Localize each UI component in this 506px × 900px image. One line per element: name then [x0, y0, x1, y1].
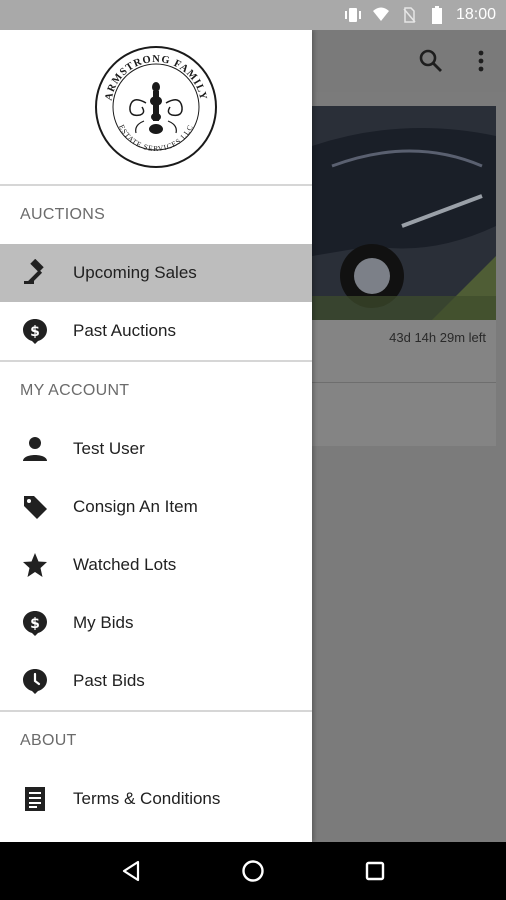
drawer-item-my-bids[interactable]: $ My Bids	[0, 594, 312, 652]
sale-photo	[312, 106, 496, 320]
dollar-pin-icon: $	[20, 608, 50, 638]
drawer-item-label: My Bids	[73, 613, 134, 632]
drawer-header: ARMSTRONG FAMILY ESTATE SERVICES LLC	[0, 30, 312, 186]
section-title-auctions: AUCTIONS	[20, 206, 106, 223]
status-bar: 18:00	[0, 0, 506, 30]
svg-text:$: $	[30, 616, 40, 632]
drawer-item-past-bids[interactable]: Past Bids	[0, 652, 312, 710]
drawer-item-label: Upcoming Sales	[73, 263, 197, 282]
drawer-item-label: Past Auctions	[73, 321, 177, 340]
more-vert-icon[interactable]	[468, 48, 494, 74]
wifi-icon	[372, 7, 390, 23]
sale-card[interactable]: 43d 14h 29m left	[312, 106, 496, 446]
tag-icon	[20, 492, 50, 522]
drawer-item-label: Watched Lots	[73, 555, 177, 574]
time-left: 43d 14h 29m left	[389, 330, 486, 345]
dollar-pin-icon: $	[20, 316, 50, 346]
drawer-item-test-user[interactable]: Test User	[0, 420, 312, 478]
drawer-item-consign-an-item[interactable]: Consign An Item	[0, 478, 312, 536]
divider	[312, 382, 496, 383]
recents-icon[interactable]	[355, 851, 395, 891]
star-icon	[20, 550, 50, 580]
drawer-item-upcoming-sales[interactable]: Upcoming Sales	[0, 244, 312, 302]
drawer-item-label: Terms & Conditions	[73, 789, 221, 808]
person-icon	[20, 434, 50, 464]
system-navigation-bar	[0, 842, 506, 900]
clock-pin-icon	[20, 666, 50, 696]
drawer-item-label: Consign An Item	[73, 497, 198, 516]
drawer-item-terms-conditions[interactable]: Terms & Conditions	[0, 770, 312, 828]
vibrate-icon	[344, 7, 362, 23]
document-icon	[20, 784, 50, 814]
no-sim-icon	[400, 7, 418, 23]
gavel-icon	[20, 258, 50, 288]
home-icon[interactable]	[233, 851, 273, 891]
svg-text:$: $	[30, 324, 40, 340]
section-title-my-account: MY ACCOUNT	[20, 382, 130, 399]
search-icon[interactable]	[418, 48, 444, 74]
section-title-about: ABOUT	[20, 732, 77, 749]
company-logo: ARMSTRONG FAMILY ESTATE SERVICES LLC	[95, 46, 217, 168]
drawer-item-label: Past Bids	[73, 671, 145, 690]
navigation-drawer: ARMSTRONG FAMILY ESTATE SERVICES LLC AUC…	[0, 30, 312, 842]
back-icon[interactable]	[111, 851, 151, 891]
drawer-item-past-auctions[interactable]: $ Past Auctions	[0, 302, 312, 360]
drawer-item-label: Test User	[73, 439, 145, 458]
drawer-item-watched-lots[interactable]: Watched Lots	[0, 536, 312, 594]
clock: 18:00	[455, 6, 496, 23]
battery-icon	[428, 6, 446, 24]
